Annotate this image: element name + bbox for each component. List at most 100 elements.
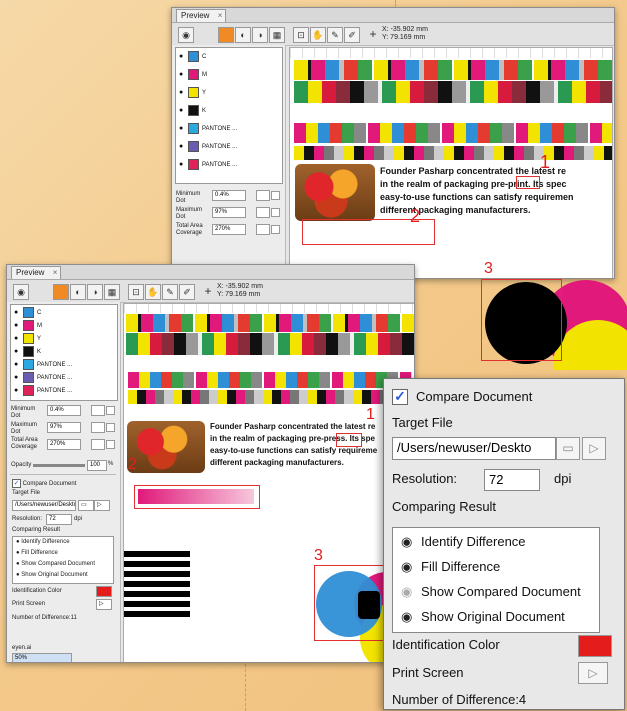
layer-item[interactable]: ● C (179, 51, 206, 63)
eye-icon[interactable]: ● (14, 359, 21, 371)
max-dot-dropdown[interactable] (256, 207, 270, 218)
result-item-identify[interactable]: ◉ Identify Difference (401, 534, 526, 550)
result-item-show-compared[interactable]: ◉ Show Compared Document (401, 584, 581, 600)
hand-icon[interactable]: ✋ (145, 284, 161, 300)
difference-box-1[interactable] (336, 433, 362, 447)
difference-box-1[interactable] (516, 176, 540, 189)
crosshair-icon[interactable]: + (201, 284, 215, 298)
layer-item[interactable]: ● M (179, 69, 207, 81)
eye-icon[interactable]: ● (14, 372, 21, 384)
layer-item[interactable]: ● K (14, 346, 41, 358)
opacity-input[interactable]: 100 (87, 460, 107, 471)
opacity-slider[interactable] (33, 464, 85, 467)
print-screen-button[interactable]: ▷ (96, 599, 112, 610)
eye-icon[interactable]: ◉ (401, 534, 421, 550)
resolution-input[interactable]: 72 (484, 469, 540, 491)
measure-icon[interactable]: ✐ (344, 27, 360, 43)
result-item-fill[interactable]: ● Fill Difference (16, 550, 58, 557)
min-dot-input[interactable]: 0.4% (212, 190, 246, 201)
zoom-icon[interactable]: ⊡ (293, 27, 309, 43)
eye-icon[interactable]: ◉ (13, 284, 29, 300)
browse-folder-button[interactable]: ▭ (556, 437, 580, 460)
min-dot-checkbox[interactable] (271, 191, 280, 200)
compare-play-button[interactable]: ▷ (94, 500, 110, 511)
tac-checkbox[interactable] (106, 440, 115, 449)
compare-play-button[interactable]: ▷ (582, 437, 606, 460)
zoom-icon[interactable]: ⊡ (128, 284, 144, 300)
eye-icon[interactable]: ● (179, 105, 186, 117)
min-dot-dropdown[interactable] (91, 405, 105, 416)
min-dot-input[interactable]: 0.4% (47, 405, 81, 416)
layer-item[interactable]: ● Y (14, 333, 41, 345)
max-dot-checkbox[interactable] (271, 208, 280, 217)
compare-document-checkbox[interactable]: ✓ Compare Document (12, 479, 76, 488)
min-dot-dropdown[interactable] (256, 190, 270, 201)
measure-icon[interactable]: ✐ (179, 284, 195, 300)
result-item-identify[interactable]: ● Identify Difference (16, 539, 70, 546)
eye-icon[interactable]: ◉ (178, 27, 194, 43)
eye-icon[interactable]: ◉ (401, 584, 421, 600)
separation-icon[interactable]: ◐ (235, 27, 251, 43)
target-file-input[interactable]: /Users/newuser/Deskto (392, 437, 556, 460)
hand-icon[interactable]: ✋ (310, 27, 326, 43)
result-item-show-original[interactable]: ◉ Show Original Document (401, 609, 565, 625)
tac-checkbox[interactable] (271, 225, 280, 234)
resolution-input[interactable]: 72 (46, 514, 72, 525)
max-dot-dropdown[interactable] (91, 422, 105, 433)
eyedropper-icon[interactable]: ✎ (327, 27, 343, 43)
print-screen-button[interactable]: ▷ (578, 662, 608, 684)
close-icon[interactable]: × (218, 10, 223, 22)
layer-item[interactable]: ● Y (179, 87, 206, 99)
tac-dropdown[interactable] (256, 224, 270, 235)
eye-icon[interactable]: ● (14, 320, 21, 332)
max-dot-input[interactable]: 97% (212, 207, 246, 218)
eye-icon[interactable]: ● (179, 159, 186, 171)
compare-document-checkbox[interactable]: ✓ (392, 389, 408, 405)
layer-item[interactable]: ● M (14, 320, 42, 332)
eyedropper-icon[interactable]: ✎ (162, 284, 178, 300)
layer-item[interactable]: ● PANTONE ... (14, 372, 72, 384)
close-icon[interactable]: × (53, 267, 58, 279)
layer-item[interactable]: ● PANTONE ... (14, 359, 72, 371)
result-item-show-compared[interactable]: ● Show Compared Document (16, 561, 95, 568)
contrast-icon[interactable]: ◑ (87, 284, 103, 300)
eye-icon[interactable]: ● (14, 333, 21, 345)
layer-item[interactable]: ● PANTONE ... (179, 159, 237, 171)
eye-icon[interactable]: ● (179, 87, 186, 99)
identification-color-swatch[interactable] (578, 635, 612, 657)
eye-icon[interactable]: ● (14, 385, 21, 397)
tac-input[interactable]: 270% (47, 439, 81, 450)
layer-item[interactable]: ● PANTONE ... (179, 141, 237, 153)
min-dot-checkbox[interactable] (106, 406, 115, 415)
max-dot-checkbox[interactable] (106, 423, 115, 432)
crosshair-icon[interactable]: + (366, 27, 380, 41)
tac-dropdown[interactable] (91, 439, 105, 450)
zoom-select[interactable]: 50% (12, 653, 72, 662)
result-item-show-original[interactable]: ● Show Original Document (16, 572, 88, 579)
eye-icon[interactable]: ● (179, 69, 186, 81)
layer-item[interactable]: ● C (14, 307, 41, 319)
layer-item[interactable]: ● K (179, 105, 206, 117)
preview-canvas[interactable]: Founder Pasharp concentrated the latest … (123, 303, 414, 662)
identification-color-swatch[interactable] (96, 586, 112, 597)
difference-box-2[interactable] (302, 219, 435, 245)
eye-icon[interactable]: ● (14, 307, 21, 319)
tac-input[interactable]: 270% (212, 224, 246, 235)
eye-icon[interactable]: ● (14, 346, 21, 358)
tab-preview[interactable]: Preview × (176, 9, 227, 22)
overprint-icon[interactable]: ▦ (269, 27, 285, 43)
difference-box-3[interactable] (481, 279, 562, 361)
target-file-input[interactable]: /Users/newuser/Deskto (12, 500, 76, 511)
eye-icon[interactable]: ● (179, 123, 186, 135)
max-dot-input[interactable]: 97% (47, 422, 81, 433)
overprint-icon[interactable]: ▦ (104, 284, 120, 300)
separation-icon[interactable]: ◐ (70, 284, 86, 300)
eye-icon[interactable]: ◉ (401, 559, 421, 575)
contrast-icon[interactable]: ◑ (252, 27, 268, 43)
eye-icon[interactable]: ◉ (401, 609, 421, 625)
browse-folder-button[interactable]: ▭ (78, 500, 94, 511)
eye-icon[interactable]: ● (179, 51, 186, 63)
eye-icon[interactable]: ● (179, 141, 186, 153)
tab-preview[interactable]: Preview × (11, 266, 62, 279)
layer-item[interactable]: ● PANTONE ... (179, 123, 237, 135)
